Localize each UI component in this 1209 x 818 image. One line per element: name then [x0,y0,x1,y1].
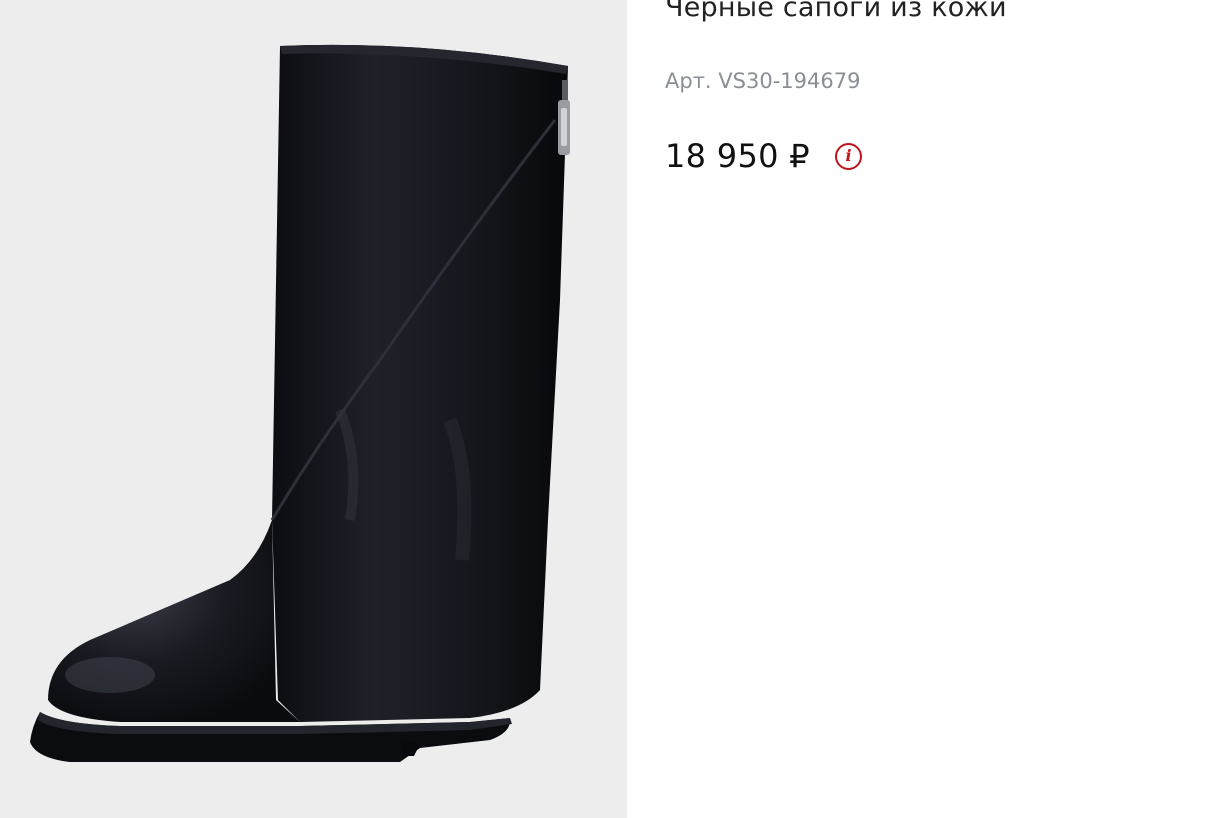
info-icon[interactable]: i [835,142,862,170]
product-title: Черные сапоги из кожи [665,0,1007,23]
product-sku: Арт. VS30-194679 [665,69,861,93]
product-price: 18 950 ₽ [665,137,810,175]
product-photo-boot[interactable] [0,0,627,818]
product-image-gallery[interactable] [0,0,627,818]
price-row: 18 950 ₽ i [665,137,862,177]
product-page: Черные сапоги из кожи Арт. VS30-194679 1… [0,0,1209,818]
